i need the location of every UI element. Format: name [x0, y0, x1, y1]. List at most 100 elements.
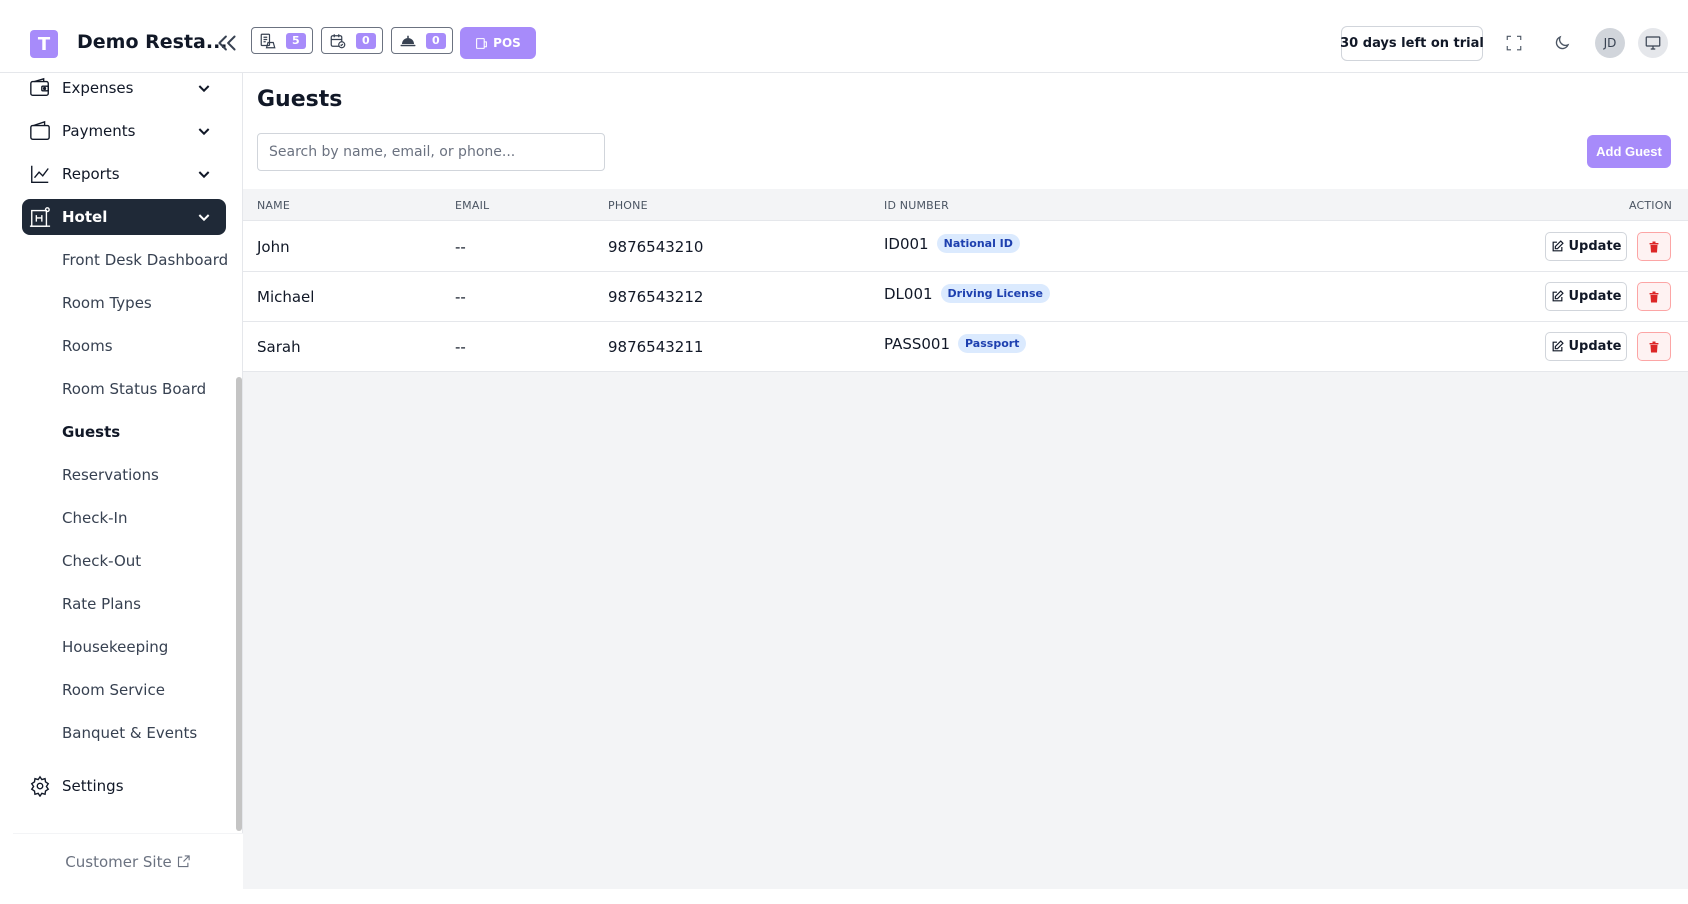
sidebar-subitem-front-desk-dashboard[interactable]: Front Desk Dashboard — [62, 251, 228, 269]
column-header-name: NAME — [257, 199, 290, 212]
reservations-count-badge: 0 — [356, 32, 376, 49]
room-service-bell-icon — [400, 35, 416, 46]
sidebar-subitem-reservations[interactable]: Reservations — [62, 466, 159, 484]
sidebar-item-settings[interactable]: Settings — [22, 768, 226, 804]
delete-button[interactable] — [1637, 332, 1671, 361]
chart-line-icon — [28, 162, 52, 186]
table-row: Michael -- 9876543212 DL001 Driving Lice… — [243, 272, 1688, 322]
sidebar-item-label: Reports — [62, 165, 120, 183]
pos-button[interactable]: POS — [460, 27, 536, 59]
guest-name: Michael — [257, 288, 315, 306]
column-header-email: EMAIL — [455, 199, 490, 212]
id-type-badge: Passport — [958, 334, 1027, 353]
guest-email: -- — [455, 338, 466, 356]
sidebar-item-reports[interactable]: Reports — [22, 156, 226, 192]
add-guest-button[interactable]: Add Guest — [1587, 135, 1671, 168]
wallet-icon — [28, 76, 52, 100]
sidebar-subitem-rooms[interactable]: Rooms — [62, 337, 113, 355]
guest-email: -- — [455, 238, 466, 256]
table-header: NAME EMAIL PHONE ID NUMBER ACTION — [243, 189, 1688, 221]
chevron-down-icon — [198, 171, 210, 179]
update-button[interactable]: Update — [1545, 282, 1627, 311]
card-icon — [28, 119, 52, 143]
sidebar-subitem-housekeeping[interactable]: Housekeeping — [62, 638, 168, 656]
sidebar-item-label: Settings — [62, 777, 124, 795]
trash-icon — [1649, 341, 1659, 352]
chevron-down-icon — [198, 128, 210, 136]
update-label: Update — [1568, 289, 1622, 304]
id-type-badge: National ID — [936, 234, 1020, 253]
room-service-count-badge: 0 — [426, 32, 446, 49]
delete-button[interactable] — [1637, 232, 1671, 261]
chevron-down-icon — [198, 85, 210, 93]
sidebar-item-label: Expenses — [62, 79, 134, 97]
pos-label: POS — [493, 36, 521, 50]
guest-id-number: DL001 — [884, 284, 933, 303]
orders-icon — [260, 33, 276, 48]
fullscreen-icon[interactable] — [1502, 31, 1526, 55]
sidebar-item-payments[interactable]: Payments — [22, 113, 226, 149]
sidebar-subitem-room-types[interactable]: Room Types — [62, 294, 152, 312]
search-input[interactable] — [257, 133, 605, 171]
monitor-icon[interactable] — [1638, 28, 1668, 58]
sidebar-subitem-room-status-board[interactable]: Room Status Board — [62, 380, 206, 398]
guest-id: DL001 Driving License — [884, 284, 1050, 303]
guest-name: Sarah — [257, 338, 301, 356]
trial-status-button[interactable]: 30 days left on trial — [1340, 26, 1484, 61]
trash-icon — [1649, 291, 1659, 302]
edit-icon — [1552, 240, 1564, 252]
sidebar-subitem-rate-plans[interactable]: Rate Plans — [62, 595, 141, 613]
guest-id: ID001 National ID — [884, 234, 1020, 253]
update-label: Update — [1568, 339, 1622, 354]
sidebar-item-hotel[interactable]: Hotel — [22, 199, 226, 235]
id-type-badge: Driving License — [940, 284, 1050, 303]
guest-email: -- — [455, 288, 466, 306]
guest-phone: 9876543211 — [608, 338, 704, 356]
sidebar-scrollbar[interactable] — [236, 377, 242, 831]
user-avatar[interactable]: JD — [1595, 28, 1625, 58]
guest-id: PASS001 Passport — [884, 334, 1027, 353]
guest-phone: 9876543212 — [608, 288, 704, 306]
hotel-icon — [28, 205, 52, 229]
customer-site-link[interactable]: Customer Site — [13, 833, 243, 889]
column-header-phone: PHONE — [608, 199, 648, 212]
gear-icon — [28, 774, 52, 798]
sidebar-subitem-guests[interactable]: Guests — [62, 423, 120, 441]
sidebar-subitem-check-out[interactable]: Check-Out — [62, 552, 141, 570]
update-button[interactable]: Update — [1545, 232, 1627, 261]
table-row: John -- 9876543210 ID001 National ID Upd… — [243, 222, 1688, 272]
calendar-check-icon — [330, 33, 346, 48]
page-title: Guests — [257, 87, 343, 112]
sidebar-item-label: Hotel — [62, 208, 108, 226]
update-label: Update — [1568, 239, 1622, 254]
update-button[interactable]: Update — [1545, 332, 1627, 361]
guest-id-number: PASS001 — [884, 334, 951, 353]
trash-icon — [1649, 241, 1659, 252]
brand-name[interactable]: Demo Resta... — [77, 31, 228, 53]
sidebar-item-expenses[interactable]: Expenses — [22, 70, 226, 106]
sidebar-subitem-check-in[interactable]: Check-In — [62, 509, 128, 527]
edit-icon — [1552, 290, 1564, 302]
guests-panel: Guests Add Guest NAME EMAIL PHONE ID NUM… — [243, 73, 1688, 372]
dark-mode-icon[interactable] — [1550, 31, 1574, 55]
app-logo[interactable]: T — [30, 30, 58, 58]
sidebar-subitem-room-service[interactable]: Room Service — [62, 681, 165, 699]
orders-count-badge: 5 — [286, 32, 306, 49]
sidebar-item-label: Payments — [62, 122, 136, 140]
column-header-id-number: ID NUMBER — [884, 199, 949, 212]
reservations-counter[interactable]: 0 — [321, 27, 383, 54]
main-content: Guests Add Guest NAME EMAIL PHONE ID NUM… — [243, 73, 1688, 889]
chevron-down-icon — [198, 214, 210, 222]
delete-button[interactable] — [1637, 282, 1671, 311]
collapse-sidebar-icon[interactable] — [214, 30, 240, 56]
edit-icon — [1552, 340, 1564, 352]
guest-phone: 9876543210 — [608, 238, 704, 256]
room-service-counter[interactable]: 0 — [391, 27, 453, 54]
top-bar: T Demo Resta... 5 0 0 POS 30 days left o… — [0, 0, 1688, 73]
guest-id-number: ID001 — [884, 234, 929, 253]
guest-name: John — [257, 238, 290, 256]
orders-counter[interactable]: 5 — [251, 27, 313, 54]
sidebar-subitem-banquet-events[interactable]: Banquet & Events — [62, 724, 197, 742]
external-link-icon — [177, 855, 190, 868]
table-row: Sarah -- 9876543211 PASS001 Passport Upd… — [243, 322, 1688, 372]
